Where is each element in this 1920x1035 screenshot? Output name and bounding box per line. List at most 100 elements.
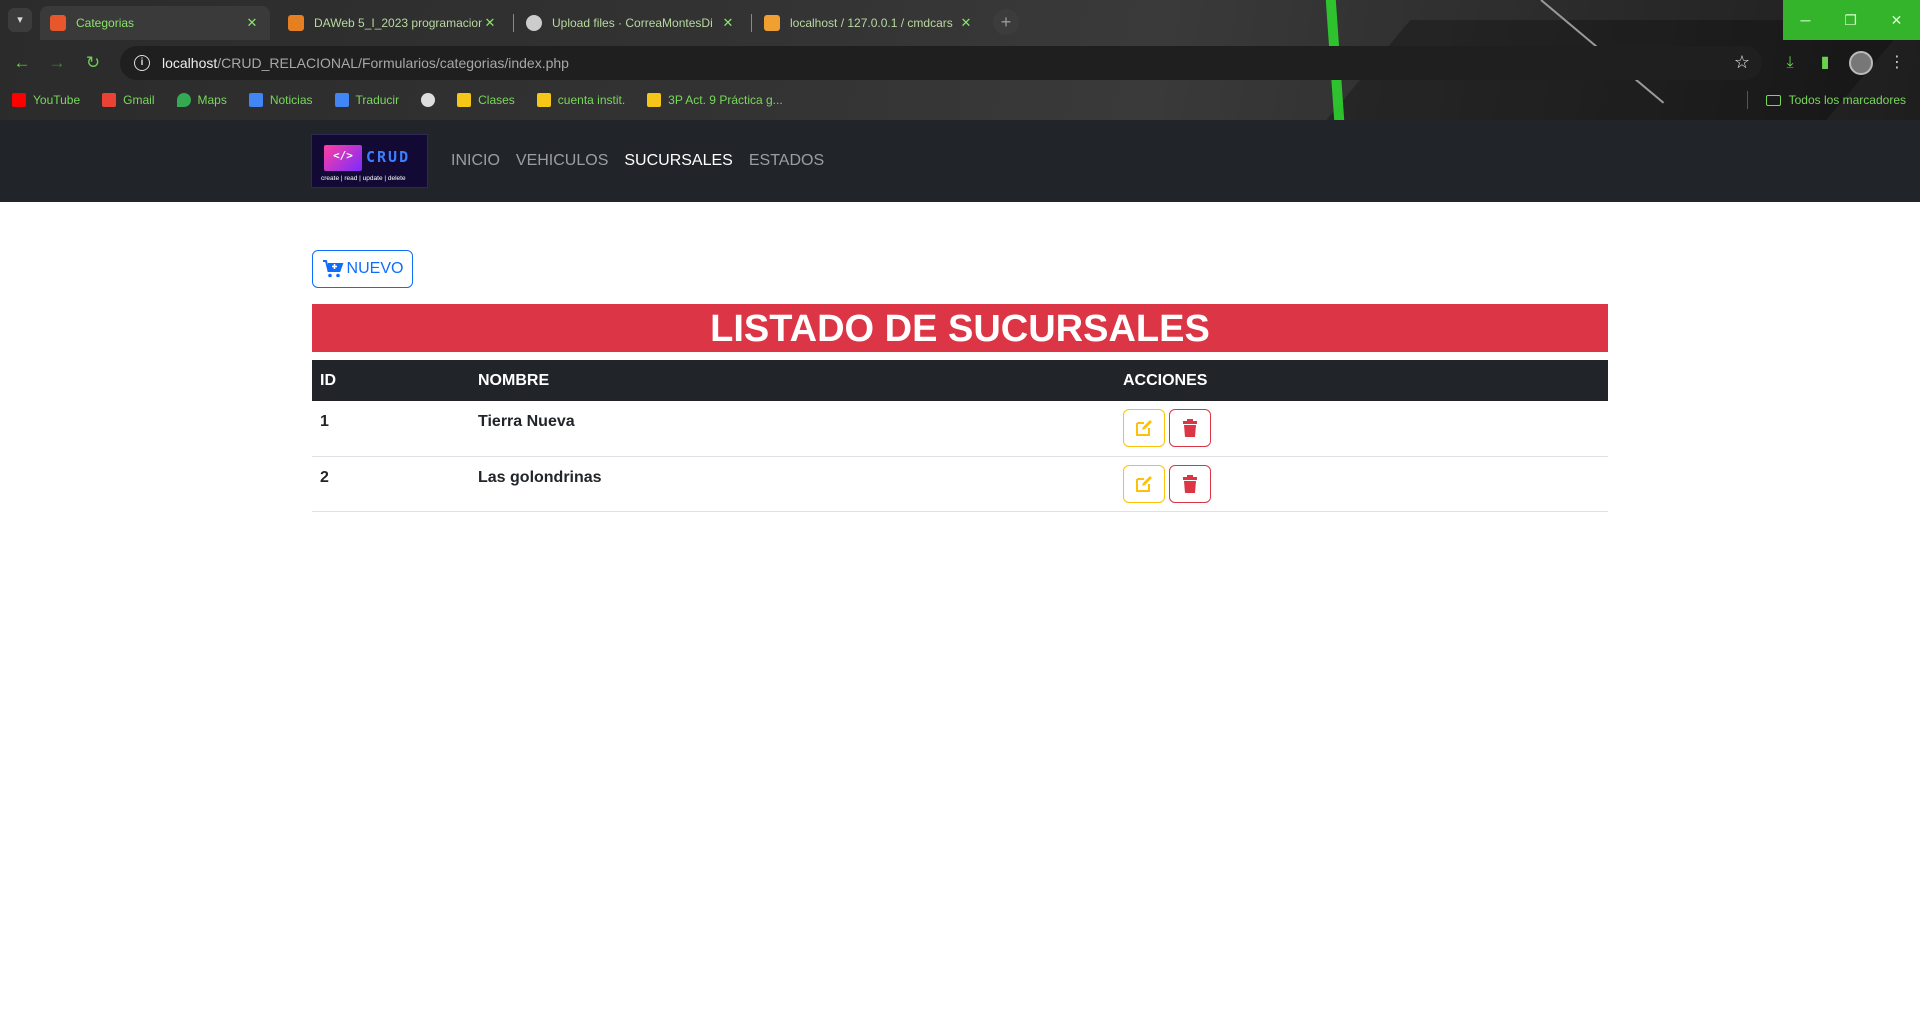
- tab-strip: ▾ Categorias ✕ DAWeb 5_I_2023 programaci…: [0, 0, 1920, 40]
- xampp-favicon-icon: [50, 15, 66, 31]
- tab-divider: [513, 14, 514, 32]
- crud-logo[interactable]: </> CRUD create | read | update | delete: [311, 134, 428, 188]
- tab-search-icon[interactable]: ▾: [8, 8, 32, 32]
- bookmark-label: cuenta instit.: [557, 93, 626, 107]
- classroom-icon: [536, 93, 551, 107]
- new-button[interactable]: NUEVO: [312, 250, 413, 288]
- download-icon[interactable]: ⤓: [1777, 50, 1803, 76]
- column-header-id: ID: [312, 360, 470, 401]
- bookmark-star-icon[interactable]: ☆: [1734, 52, 1750, 73]
- edit-button[interactable]: [1123, 464, 1165, 503]
- browser-toolbar: ← → ↻ i localhost/CRUD_RELACIONAL/Formul…: [0, 40, 1920, 85]
- reload-icon[interactable]: ↻: [80, 50, 106, 76]
- tab-title: localhost / 127.0.0.1 / cmdcars: [790, 16, 953, 30]
- browser-tab[interactable]: localhost / 127.0.0.1 / cmdcars ✕: [754, 6, 984, 40]
- bookmark-globe[interactable]: [421, 93, 436, 107]
- bookmark-label: Noticias: [269, 93, 313, 107]
- restore-icon[interactable]: ❐: [1828, 0, 1873, 40]
- minimize-icon[interactable]: ─: [1783, 0, 1828, 40]
- bookmark-traducir[interactable]: Traducir: [334, 93, 400, 107]
- forward-arrow-icon[interactable]: →: [44, 50, 70, 76]
- address-bar[interactable]: i localhost/CRUD_RELACIONAL/Formularios/…: [120, 46, 1762, 80]
- youtube-icon: [12, 93, 26, 107]
- nav-links: INICIO VEHICULOS SUCURSALES ESTADOS: [451, 120, 840, 202]
- cell-nombre: Las golondrinas: [470, 456, 1115, 512]
- bookmark-youtube[interactable]: YouTube: [12, 93, 80, 107]
- delete-button[interactable]: [1169, 464, 1211, 503]
- cell-id: 2: [312, 456, 470, 512]
- tab-title: Categorias: [76, 16, 135, 30]
- close-tab-icon[interactable]: ✕: [958, 15, 974, 31]
- bookmark-gmail[interactable]: Gmail: [102, 93, 155, 107]
- table-row: 2 Las golondrinas: [312, 456, 1608, 512]
- bookmark-label: Traducir: [355, 93, 400, 107]
- browser-tab[interactable]: DAWeb 5_I_2023 programacion ✕: [278, 6, 508, 40]
- tab-divider: [751, 14, 752, 32]
- code-icon: </>: [333, 149, 353, 162]
- bookmarks-divider: [1747, 91, 1748, 109]
- translate-icon: [334, 93, 349, 107]
- maps-icon: [176, 93, 191, 107]
- cart-plus-icon: [322, 260, 343, 278]
- logo-word: CRUD: [366, 148, 411, 166]
- bookmark-label: YouTube: [33, 93, 81, 107]
- site-info-icon[interactable]: i: [134, 55, 150, 71]
- classroom-icon: [647, 93, 662, 107]
- github-favicon-icon: [526, 15, 542, 31]
- browser-chrome: ▾ Categorias ✕ DAWeb 5_I_2023 programaci…: [0, 0, 1920, 120]
- edit-button[interactable]: [1123, 409, 1165, 447]
- bookmark-label: 3P Act. 9 Práctica g...: [668, 93, 783, 107]
- back-arrow-icon[interactable]: ←: [9, 50, 35, 76]
- nav-link-vehiculos[interactable]: VEHICULOS: [516, 152, 608, 170]
- nav-link-estados[interactable]: ESTADOS: [749, 152, 824, 170]
- side-panel-icon[interactable]: ▮: [1812, 50, 1838, 76]
- globe-icon: [421, 93, 436, 107]
- nav-link-sucursales[interactable]: SUCURSALES: [624, 152, 732, 170]
- gmail-icon: [102, 93, 117, 107]
- column-header-acciones: ACCIONES: [1115, 360, 1608, 401]
- browser-tab[interactable]: Categorias ✕: [40, 6, 270, 40]
- table-header-row: ID NOMBRE ACCIONES: [312, 360, 1608, 401]
- edit-icon: [1136, 420, 1152, 436]
- phpmyadmin-favicon-icon: [764, 15, 780, 31]
- all-bookmarks-button[interactable]: Todos los marcadores: [1765, 87, 1906, 113]
- url-path: /CRUD_RELACIONAL/Formularios/categorias/…: [217, 55, 569, 71]
- close-tab-icon[interactable]: ✕: [244, 15, 260, 31]
- profile-avatar-icon[interactable]: [1849, 51, 1873, 75]
- trash-icon: [1183, 419, 1197, 437]
- logo-tagline: create | read | update | delete: [321, 175, 406, 182]
- bookmark-noticias[interactable]: Noticias: [248, 93, 313, 107]
- tab-title: Upload files · CorreaMontesDi: [552, 16, 713, 30]
- cell-acciones: [1115, 456, 1608, 512]
- sucursales-table: ID NOMBRE ACCIONES 1 Tierra Nueva 2 Las …: [312, 360, 1608, 512]
- table-row: 1 Tierra Nueva: [312, 401, 1608, 457]
- bookmarks-bar: YouTube Gmail Maps Noticias Traducir Cla…: [0, 87, 1920, 113]
- cell-id: 1: [312, 401, 470, 457]
- trash-icon: [1183, 474, 1197, 493]
- bookmark-label: Gmail: [123, 93, 155, 107]
- nav-link-inicio[interactable]: INICIO: [451, 152, 500, 170]
- cell-nombre: Tierra Nueva: [470, 401, 1115, 457]
- bookmark-cuenta[interactable]: cuenta instit.: [536, 93, 626, 107]
- site-navbar: </> CRUD create | read | update | delete…: [0, 120, 1920, 202]
- cell-acciones: [1115, 401, 1608, 457]
- url-host: localhost: [162, 55, 218, 71]
- bookmark-3p-act[interactable]: 3P Act. 9 Práctica g...: [647, 93, 783, 107]
- bookmark-clases[interactable]: Clases: [457, 93, 515, 107]
- column-header-nombre: NOMBRE: [470, 360, 1115, 401]
- bookmark-label: Maps: [197, 93, 227, 107]
- close-tab-icon[interactable]: ✕: [482, 15, 498, 31]
- classroom-icon: [457, 93, 472, 107]
- new-tab-plus-icon[interactable]: +: [993, 9, 1019, 35]
- bookmark-label: Clases: [478, 93, 515, 107]
- menu-kebab-icon[interactable]: ⋮: [1884, 50, 1910, 76]
- tab-title: DAWeb 5_I_2023 programacion: [314, 16, 482, 30]
- document-favicon-icon: [288, 15, 304, 31]
- delete-button[interactable]: [1169, 409, 1211, 447]
- close-window-icon[interactable]: ✕: [1873, 0, 1920, 40]
- edit-icon: [1136, 475, 1152, 492]
- bookmark-maps[interactable]: Maps: [176, 93, 227, 107]
- new-button-label: NUEVO: [346, 260, 404, 277]
- close-tab-icon[interactable]: ✕: [720, 15, 736, 31]
- browser-tab[interactable]: Upload files · CorreaMontesDi ✕: [516, 6, 746, 40]
